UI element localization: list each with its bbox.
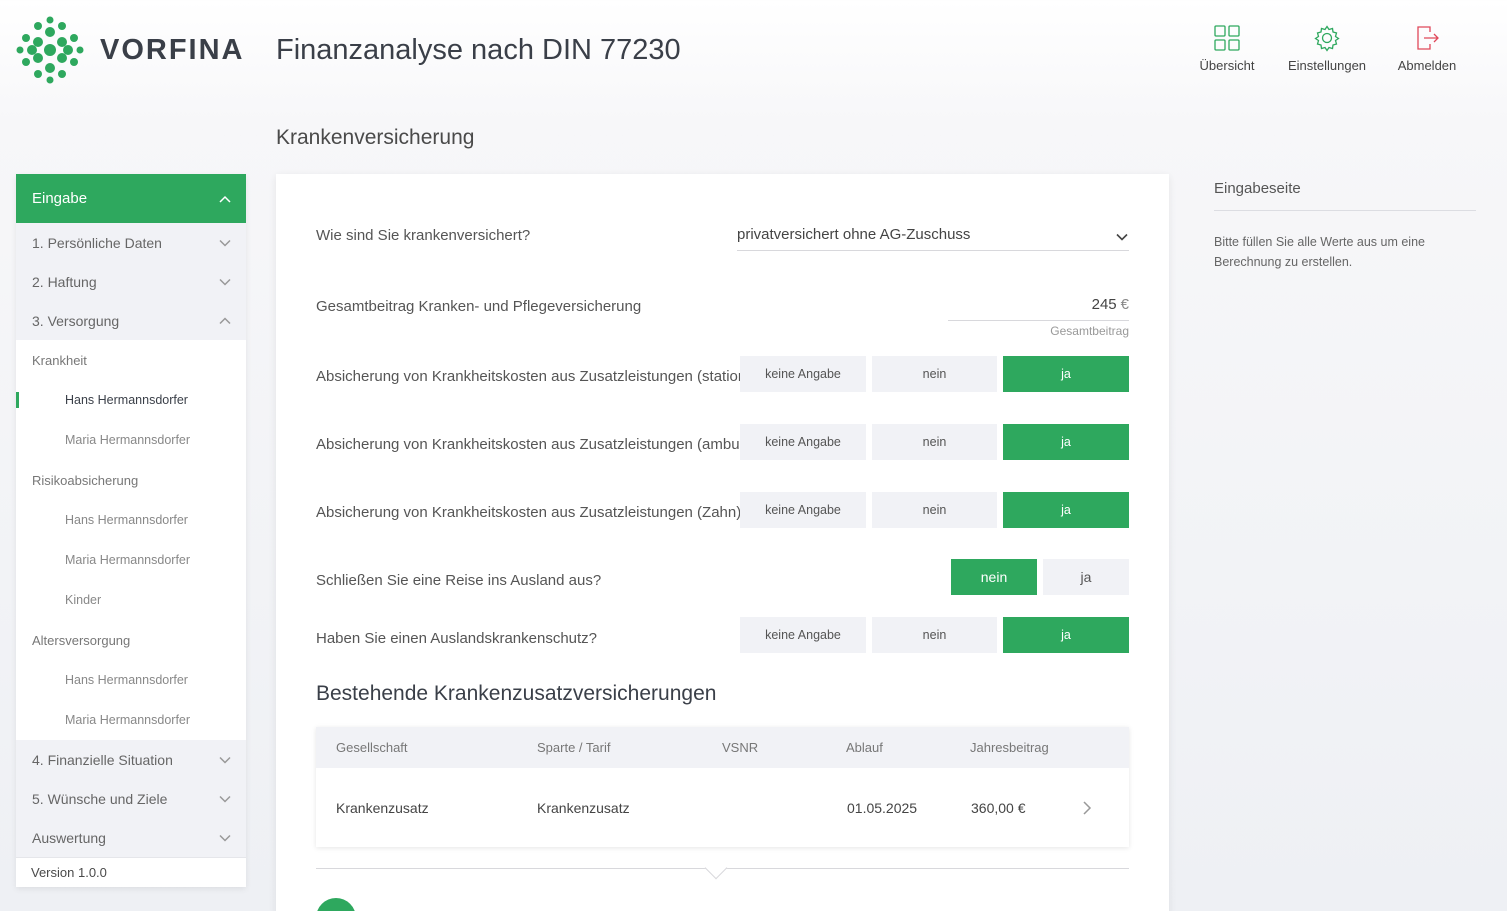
sidebar-item-krankheit-maria[interactable]: Maria Hermannsdorfer (16, 420, 246, 460)
table-row[interactable]: Krankenzusatz Krankenzusatz 01.05.2025 3… (316, 768, 1129, 847)
info-divider (1214, 210, 1476, 211)
chevron-down-icon (1116, 233, 1128, 241)
sidebar-item-haftung[interactable]: 2. Haftung (16, 262, 246, 301)
total-contribution-input[interactable]: 245 € (948, 296, 1129, 321)
cell-gesellschaft: Krankenzusatz (336, 799, 429, 816)
sidebar-group-risikoabsicherung[interactable]: Risikoabsicherung (16, 460, 246, 500)
question-zahn: Absicherung von Krankheitskosten aus Zus… (316, 504, 742, 521)
chevron-up-icon (219, 195, 231, 203)
currency-unit: € (1120, 296, 1129, 313)
info-text: Bitte füllen Sie alle Werte aus um eine … (1214, 235, 1425, 269)
sidebar-head-label: Eingabe (32, 190, 88, 207)
sidebar-item-risiko-hans[interactable]: Hans Hermannsdorfer (16, 500, 246, 540)
sidebar-item-label: 4. Finanzielle Situation (32, 751, 173, 768)
insurance-table: Gesellschaft Sparte / Tarif VSNR Ablauf … (316, 727, 1129, 847)
insurance-type-select[interactable]: privatversichert ohne AG-Zuschuss (737, 226, 1129, 251)
ausland-option-no[interactable]: nein (872, 617, 997, 653)
chevron-down-icon (219, 834, 231, 842)
question-stationaer: Absicherung von Krankheitskosten aus Zus… (316, 368, 765, 385)
question-total-contribution: Gesamtbeitrag Kranken- und Pflegeversich… (316, 298, 642, 315)
sidebar-group-altersversorgung[interactable]: Altersversorgung (16, 620, 246, 660)
question-insurance-type: Wie sind Sie krankenversichert? (316, 227, 531, 244)
reise-option-no[interactable]: nein (951, 559, 1037, 595)
sidebar-item-label: 5. Wünsche und Ziele (32, 790, 168, 807)
cell-beitrag: 360,00 € (971, 799, 1026, 816)
stationaer-option-no[interactable]: nein (872, 356, 997, 392)
sidebar-item-label: 3. Versorgung (32, 312, 120, 329)
question-ausland: Haben Sie einen Auslandskrankenschutz? (316, 630, 598, 647)
nav-uebersicht[interactable]: Übersicht (1182, 24, 1272, 73)
zahn-option-yes[interactable]: ja (1003, 492, 1129, 528)
col-gesellschaft: Gesellschaft (336, 740, 408, 755)
form-card: Wie sind Sie krankenversichert? privatve… (276, 174, 1169, 911)
stationaer-option-none[interactable]: keine Angabe (740, 356, 866, 392)
gear-icon (1314, 25, 1340, 52)
sidebar-item-risiko-kinder[interactable]: Kinder (16, 580, 246, 620)
chevron-down-icon (219, 239, 231, 247)
sidebar-head-eingabe[interactable]: Eingabe (16, 174, 246, 223)
col-vsnr: VSNR (722, 740, 759, 755)
sidebar-item-alter-hans[interactable]: Hans Hermannsdorfer (16, 660, 246, 700)
ausland-option-yes[interactable]: ja (1003, 617, 1129, 653)
table-header: Gesellschaft Sparte / Tarif VSNR Ablauf … (316, 727, 1129, 768)
page-title: Krankenversicherung (276, 126, 475, 149)
sidebar-item-label: 1. Persönliche Daten (32, 234, 162, 251)
app-version: Version 1.0.0 (16, 857, 246, 887)
vorfina-logo-mark (16, 16, 84, 84)
total-contribution-hint: Gesamtbeitrag (1050, 324, 1129, 338)
cell-ablauf: 01.05.2025 (847, 799, 918, 816)
col-sparte-tarif: Sparte / Tarif (537, 740, 611, 755)
logout-icon (1417, 26, 1439, 50)
nav-einstellungen[interactable]: Einstellungen (1282, 24, 1372, 73)
cell-sparte: Krankenzusatz (537, 799, 630, 816)
total-contribution-value: 245 (1091, 296, 1117, 313)
app-title: Finanzanalyse nach DIN 77230 (276, 34, 681, 66)
nav-abmelden[interactable]: Abmelden (1382, 24, 1472, 73)
question-reise: Schließen Sie eine Reise ins Ausland aus… (316, 572, 602, 589)
col-ablauf: Ablauf (846, 740, 883, 755)
sidebar-item-wuensche-und-ziele[interactable]: 5. Wünsche und Ziele (16, 779, 246, 818)
sidebar-item-risiko-maria[interactable]: Maria Hermannsdorfer (16, 540, 246, 580)
insurance-type-value: privatversichert ohne AG-Zuschuss (737, 226, 971, 243)
sidebar-item-finanzielle-situation[interactable]: 4. Finanzielle Situation (16, 740, 246, 779)
question-ambulant: Absicherung von Krankheitskosten aus Zus… (316, 436, 769, 453)
chevron-down-icon (219, 278, 231, 286)
nav-abmelden-label: Abmelden (1397, 58, 1457, 73)
sidebar-item-label: 2. Haftung (32, 273, 97, 290)
section-title-zusatzversicherungen: Bestehende Krankenzusatzversicherungen (316, 682, 717, 705)
col-jahresbeitrag: Jahresbeitrag (970, 740, 1049, 755)
row-open[interactable] (1080, 768, 1094, 847)
chevron-right-icon (1083, 800, 1092, 815)
chevron-up-icon (219, 316, 231, 324)
sidebar-item-persoenliche-daten[interactable]: 1. Persönliche Daten (16, 223, 246, 262)
grid-icon (1214, 25, 1240, 51)
sidebar-group-krankheit[interactable]: Krankheit (16, 340, 246, 380)
info-title: Eingabeseite (1214, 180, 1301, 197)
sidebar-item-label: Auswertung (32, 829, 106, 846)
zahn-option-none[interactable]: keine Angabe (740, 492, 866, 528)
sidebar-item-versorgung[interactable]: 3. Versorgung (16, 301, 246, 340)
ambulant-option-none[interactable]: keine Angabe (740, 424, 866, 460)
divider-notch (704, 856, 728, 880)
nav-uebersicht-label: Übersicht (1199, 58, 1255, 73)
brand-name: VORFINA (100, 33, 245, 66)
add-button[interactable] (316, 898, 356, 911)
sidebar-item-alter-maria[interactable]: Maria Hermannsdorfer (16, 700, 246, 740)
logo[interactable]: VORFINA (16, 16, 245, 84)
reise-option-yes[interactable]: ja (1043, 559, 1129, 595)
ambulant-option-yes[interactable]: ja (1003, 424, 1129, 460)
nav-einstellungen-label: Einstellungen (1287, 58, 1367, 73)
chevron-down-icon (219, 756, 231, 764)
ambulant-option-no[interactable]: nein (872, 424, 997, 460)
sidebar: Eingabe 1. Persönliche Daten 2. Haftung … (16, 174, 246, 887)
ausland-option-none[interactable]: keine Angabe (740, 617, 866, 653)
sidebar-item-krankheit-hans[interactable]: Hans Hermannsdorfer (16, 380, 246, 420)
sidebar-item-auswertung[interactable]: Auswertung (16, 818, 246, 857)
stationaer-option-yes[interactable]: ja (1003, 356, 1129, 392)
chevron-down-icon (219, 795, 231, 803)
zahn-option-no[interactable]: nein (872, 492, 997, 528)
